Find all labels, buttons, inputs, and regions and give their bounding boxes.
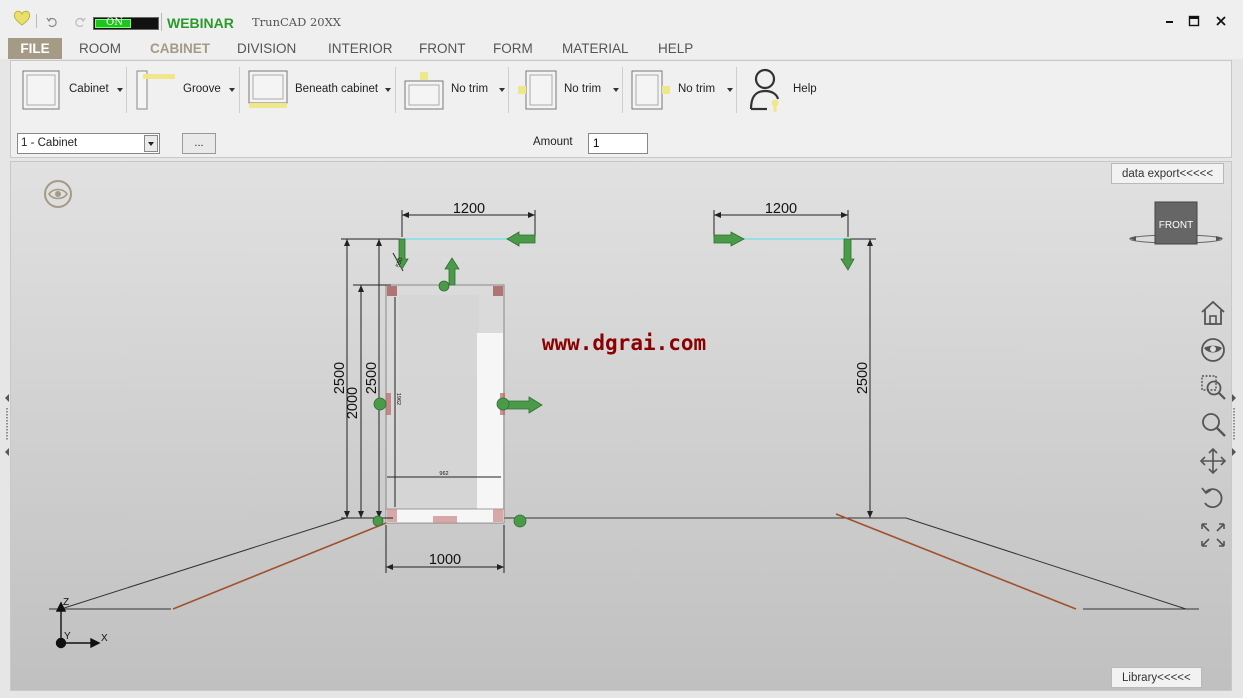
groove-tool[interactable]: Groove — [133, 67, 243, 113]
menu-help[interactable]: HELP — [650, 38, 701, 59]
amount-input[interactable] — [588, 133, 648, 154]
menu-division[interactable]: DIVISION — [229, 38, 304, 59]
rotate-icon[interactable] — [1199, 484, 1227, 512]
help-tool-label: Help — [793, 83, 817, 95]
more-button[interactable]: ... — [182, 133, 216, 154]
top-trim-icon — [404, 72, 444, 110]
help-person-icon — [749, 68, 780, 112]
webinar-label: WEBINAR — [167, 15, 234, 31]
right-trim-tool[interactable]: No trim — [628, 67, 736, 113]
dim-right-top-width: 1200 — [765, 201, 797, 217]
zoom-window-icon[interactable] — [1199, 373, 1227, 401]
dim-cabinet-width: 1000 — [429, 552, 461, 568]
divider — [622, 67, 623, 113]
axis-indicator: Z Y X — [55, 597, 108, 649]
scene-drawing: 1200 1200 2500 2000 2500 2500 1000 550 9… — [49, 201, 1223, 649]
app-title: TrunCAD 20XX — [252, 15, 341, 29]
dim-cabinet-height: 2000 — [345, 387, 361, 419]
chevron-down-icon — [148, 142, 154, 146]
right-trim-icon — [631, 70, 670, 110]
top-trim-tool-label: No trim — [451, 83, 489, 95]
view-cube-label: FRONT — [1159, 220, 1193, 231]
amount-label: Amount — [533, 136, 573, 148]
menu-material[interactable]: MATERIAL — [554, 38, 637, 59]
divider — [736, 67, 737, 113]
groove-tool-label: Groove — [183, 83, 221, 95]
dim-inner-width: 962 — [439, 471, 448, 477]
pan-icon[interactable] — [1199, 447, 1227, 475]
cabinet-model[interactable] — [385, 284, 505, 524]
beneath-cabinet-dropdown-arrow[interactable] — [385, 88, 391, 92]
groove-dropdown-arrow[interactable] — [229, 88, 235, 92]
close-icon[interactable] — [1215, 15, 1227, 27]
cabinet-dropdown-arrow[interactable] — [117, 88, 123, 92]
data-export-tab[interactable]: data export<<<<< — [1111, 163, 1225, 184]
dim-left-top-width: 1200 — [453, 201, 485, 217]
dim-right-height: 2500 — [855, 362, 871, 394]
help-tool[interactable]: Help — [745, 67, 835, 113]
cabinet-tool-label: Cabinet — [69, 83, 109, 95]
left-trim-tool-label: No trim — [564, 83, 602, 95]
groove-icon — [136, 70, 175, 110]
webinar-toggle[interactable]: ON — [93, 17, 159, 30]
right-trim-dropdown-arrow[interactable] — [727, 88, 733, 92]
watermark-text: www.dgrai.com — [542, 331, 706, 355]
beneath-cabinet-tool-label: Beneath cabinet — [295, 83, 379, 95]
floor-edge-lines — [172, 513, 1077, 610]
menu-form[interactable]: FORM — [485, 38, 541, 59]
dim-left-height-inner: 2500 — [364, 362, 380, 394]
redo-icon[interactable] — [74, 16, 86, 28]
cabinet-select[interactable]: 1 - Cabinet — [17, 133, 160, 154]
3d-viewport[interactable]: 1200 1200 2500 2000 2500 2500 1000 550 9… — [10, 161, 1232, 691]
floor-lines — [49, 517, 1199, 610]
left-trim-icon — [518, 70, 557, 110]
library-tab[interactable]: Library<<<<< — [1111, 667, 1202, 688]
axis-y-label: Y — [64, 631, 71, 642]
fit-all-icon[interactable] — [1199, 521, 1227, 549]
menu-front[interactable]: FRONT — [411, 38, 474, 59]
ribbon-toolbar: Cabinet Groove Beneath cabinet No trim N… — [10, 60, 1232, 158]
axis-z-label: Z — [63, 597, 69, 608]
app-logo-icon — [13, 10, 31, 26]
axis-x-label: X — [101, 633, 108, 644]
divider — [239, 67, 240, 113]
left-trim-tool[interactable]: No trim — [514, 67, 622, 113]
cabinet-select-value: 1 - Cabinet — [21, 137, 78, 149]
beneath-cabinet-icon — [248, 70, 288, 108]
menu-bar: FILE ROOM CABINET DIVISION INTERIOR FRON… — [0, 36, 1243, 59]
toggle-on-label: ON — [106, 17, 123, 28]
divider — [126, 67, 127, 113]
maximize-icon[interactable] — [1188, 15, 1200, 27]
divider — [508, 67, 509, 113]
divider — [395, 67, 396, 113]
undo-icon[interactable] — [46, 16, 58, 28]
divider — [36, 14, 37, 28]
chevron-right-icon — [1232, 394, 1236, 456]
minimize-icon[interactable] — [1164, 15, 1176, 27]
cabinet-icon — [22, 70, 60, 110]
right-trim-tool-label: No trim — [678, 83, 716, 95]
left-panel-handle[interactable] — [4, 392, 10, 458]
right-panel-handle[interactable] — [1231, 392, 1237, 458]
title-bar: ON WEBINAR TrunCAD 20XX — [0, 0, 1243, 36]
left-trim-dropdown-arrow[interactable] — [613, 88, 619, 92]
zoom-icon[interactable] — [1199, 410, 1227, 438]
view-cube[interactable]: FRONT — [1129, 201, 1223, 245]
cabinet-select-button[interactable] — [144, 135, 158, 152]
menu-interior[interactable]: INTERIOR — [320, 38, 401, 59]
cabinet-tool[interactable]: Cabinet — [19, 67, 129, 113]
home-icon[interactable] — [1199, 299, 1227, 327]
menu-cabinet[interactable]: CABINET — [142, 38, 218, 59]
beneath-cabinet-tool[interactable]: Beneath cabinet — [245, 67, 393, 113]
eye-icon[interactable] — [43, 179, 73, 209]
orbit-icon[interactable] — [1199, 336, 1227, 364]
dim-inner-height: 1962 — [395, 393, 401, 405]
menu-room[interactable]: ROOM — [71, 38, 129, 59]
chevron-left-icon — [5, 394, 9, 456]
top-trim-tool[interactable]: No trim — [401, 67, 509, 113]
menu-file[interactable]: FILE — [8, 38, 62, 59]
top-trim-dropdown-arrow[interactable] — [499, 88, 505, 92]
divider — [161, 13, 162, 31]
